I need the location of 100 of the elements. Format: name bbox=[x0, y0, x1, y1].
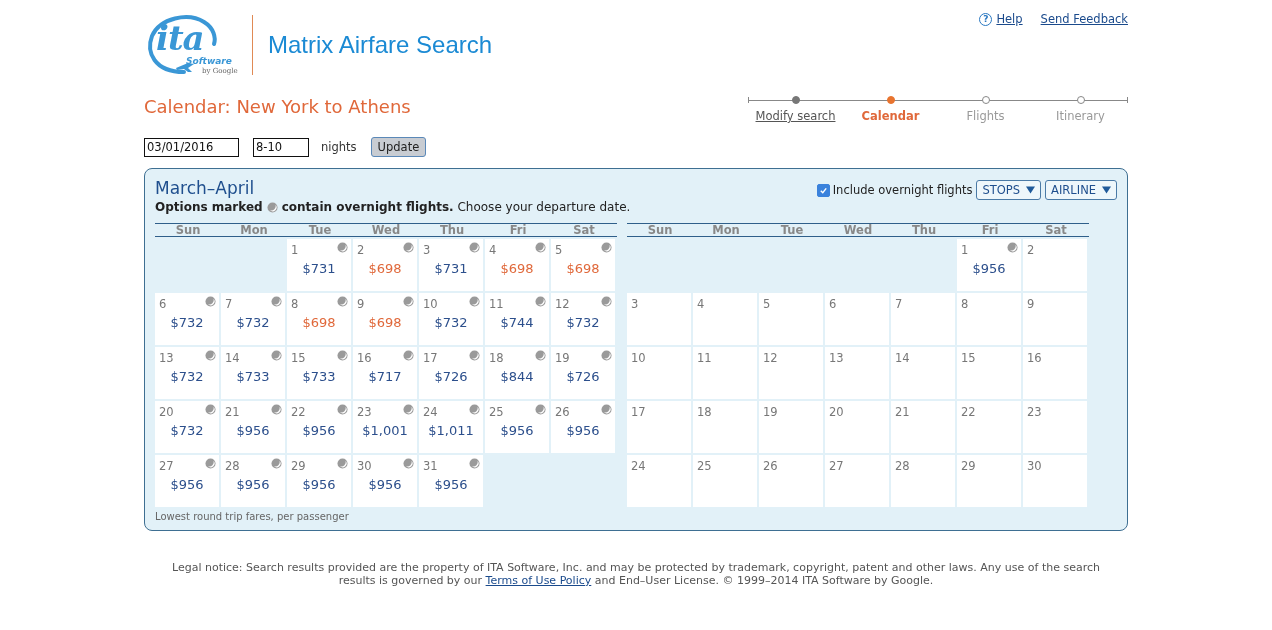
day-cell[interactable]: 14 $733 bbox=[221, 347, 285, 399]
weekday-header: Tue bbox=[307, 224, 333, 236]
fare-price[interactable]: $744 bbox=[500, 315, 534, 330]
day-cell[interactable]: 22 $956 bbox=[287, 401, 351, 453]
fare-price[interactable]: $733 bbox=[302, 369, 336, 384]
day-cell[interactable]: 20 $732 bbox=[155, 401, 219, 453]
day-number: 1 bbox=[291, 243, 299, 257]
day-cell[interactable]: 28 $956 bbox=[221, 455, 285, 507]
day-cell[interactable]: 13 $732 bbox=[155, 347, 219, 399]
day-cell[interactable]: 1 $956 bbox=[957, 239, 1021, 291]
fare-price[interactable]: $956 bbox=[302, 423, 336, 438]
filter-dropdown[interactable]: STOPS bbox=[976, 180, 1042, 200]
day-cell[interactable]: 26 $956 bbox=[551, 401, 615, 453]
fare-price[interactable]: $731 bbox=[302, 261, 336, 276]
day-cell[interactable]: 19 $726 bbox=[551, 347, 615, 399]
terms-link[interactable]: Terms of Use Policy bbox=[485, 574, 592, 587]
day-number: 10 bbox=[423, 297, 438, 311]
fare-price[interactable]: $698 bbox=[566, 261, 600, 276]
day-number: 25 bbox=[697, 459, 712, 473]
day-cell[interactable]: 17 $726 bbox=[419, 347, 483, 399]
fare-price[interactable]: $698 bbox=[368, 315, 402, 330]
day-cell[interactable]: 31 $956 bbox=[419, 455, 483, 507]
day-number: 13 bbox=[829, 351, 844, 365]
fare-price[interactable]: $698 bbox=[500, 261, 534, 276]
day-number: 16 bbox=[1027, 351, 1042, 365]
day-cell[interactable]: 30 $956 bbox=[353, 455, 417, 507]
day-cell[interactable]: 3 $731 bbox=[419, 239, 483, 291]
day-number: 5 bbox=[555, 243, 563, 257]
fare-price[interactable]: $956 bbox=[434, 477, 468, 492]
day-cell[interactable]: 5 $698 bbox=[551, 239, 615, 291]
fare-price[interactable]: $956 bbox=[566, 423, 600, 438]
fare-price[interactable]: $956 bbox=[236, 423, 270, 438]
day-cell[interactable]: 8 $698 bbox=[287, 293, 351, 345]
day-number: 25 bbox=[489, 405, 504, 419]
day-number: 20 bbox=[829, 405, 844, 419]
app-title: Matrix Airfare Search bbox=[268, 31, 493, 59]
day-cell[interactable]: 12 $732 bbox=[551, 293, 615, 345]
day-cell[interactable]: 4 $698 bbox=[485, 239, 549, 291]
fare-price[interactable]: $956 bbox=[972, 261, 1006, 276]
day-number: 31 bbox=[423, 459, 438, 473]
fare-price[interactable]: $956 bbox=[368, 477, 402, 492]
fare-price[interactable]: $732 bbox=[170, 369, 204, 384]
day-cell[interactable]: 6 $732 bbox=[155, 293, 219, 345]
day-number: 30 bbox=[1027, 459, 1042, 473]
day-number: 14 bbox=[225, 351, 240, 365]
filter-dropdown[interactable]: AIRLINE bbox=[1045, 180, 1117, 200]
fare-price[interactable]: $844 bbox=[500, 369, 534, 384]
day-cell[interactable]: 27 $956 bbox=[155, 455, 219, 507]
fare-price[interactable]: $956 bbox=[302, 477, 336, 492]
fare-price[interactable]: $732 bbox=[434, 315, 468, 330]
update-button[interactable]: Update bbox=[370, 137, 427, 157]
day-number: 22 bbox=[961, 405, 976, 419]
day-cell[interactable]: 16 $717 bbox=[353, 347, 417, 399]
day-cell[interactable]: 2 $698 bbox=[353, 239, 417, 291]
fare-price[interactable]: $956 bbox=[170, 477, 204, 492]
checkbox[interactable] bbox=[816, 183, 830, 197]
caret-icon bbox=[1026, 186, 1036, 194]
fare-price[interactable]: $717 bbox=[368, 369, 402, 384]
weekday-header: Sun bbox=[646, 224, 674, 236]
checkbox-label[interactable]: Include overnight flights bbox=[832, 183, 973, 197]
fare-price[interactable]: $1,001 bbox=[362, 423, 408, 438]
day-number: 27 bbox=[159, 459, 174, 473]
fare-price[interactable]: $732 bbox=[170, 315, 204, 330]
day-cell[interactable]: 21 $956 bbox=[221, 401, 285, 453]
calendar-title: March–April bbox=[155, 178, 256, 198]
nights-field[interactable]: 8-10 bbox=[253, 137, 309, 157]
fare-price[interactable]: $956 bbox=[236, 477, 270, 492]
day-cell[interactable]: 23 $1,001 bbox=[353, 401, 417, 453]
fare-price[interactable]: $726 bbox=[434, 369, 468, 384]
day-cell[interactable]: 11 $744 bbox=[485, 293, 549, 345]
date-field[interactable]: 03/01/2016 bbox=[144, 137, 239, 157]
day-cell[interactable]: 15 $733 bbox=[287, 347, 351, 399]
fare-price[interactable]: $732 bbox=[170, 423, 204, 438]
day-cell[interactable]: 10 $732 bbox=[419, 293, 483, 345]
step-link[interactable]: Modify search bbox=[755, 109, 836, 123]
fare-price[interactable]: $726 bbox=[566, 369, 600, 384]
day-cell[interactable]: 1 $731 bbox=[287, 239, 351, 291]
day-number: 15 bbox=[291, 351, 306, 365]
day-number: 12 bbox=[555, 297, 570, 311]
fare-price[interactable]: $733 bbox=[236, 369, 270, 384]
day-number: 4 bbox=[489, 243, 497, 257]
fare-price[interactable]: $732 bbox=[236, 315, 270, 330]
help-link[interactable]: Help bbox=[996, 12, 1023, 26]
day-cell[interactable]: 18 $844 bbox=[485, 347, 549, 399]
weekday-header: Fri bbox=[980, 224, 1000, 236]
fare-price[interactable]: $731 bbox=[434, 261, 468, 276]
fare-price[interactable]: $956 bbox=[500, 423, 534, 438]
day-cell[interactable]: 7 $732 bbox=[221, 293, 285, 345]
fare-footnote: Lowest round trip fares, per passenger bbox=[155, 511, 350, 522]
day-number: 3 bbox=[423, 243, 431, 257]
feedback-link[interactable]: Send Feedback bbox=[1040, 12, 1128, 26]
day-number: 5 bbox=[763, 297, 771, 311]
fare-price[interactable]: $698 bbox=[368, 261, 402, 276]
fare-price[interactable]: $698 bbox=[302, 315, 336, 330]
day-cell[interactable]: 29 $956 bbox=[287, 455, 351, 507]
day-cell[interactable]: 25 $956 bbox=[485, 401, 549, 453]
day-cell[interactable]: 9 $698 bbox=[353, 293, 417, 345]
fare-price[interactable]: $1,011 bbox=[428, 423, 474, 438]
fare-price[interactable]: $732 bbox=[566, 315, 600, 330]
day-cell[interactable]: 24 $1,011 bbox=[419, 401, 483, 453]
